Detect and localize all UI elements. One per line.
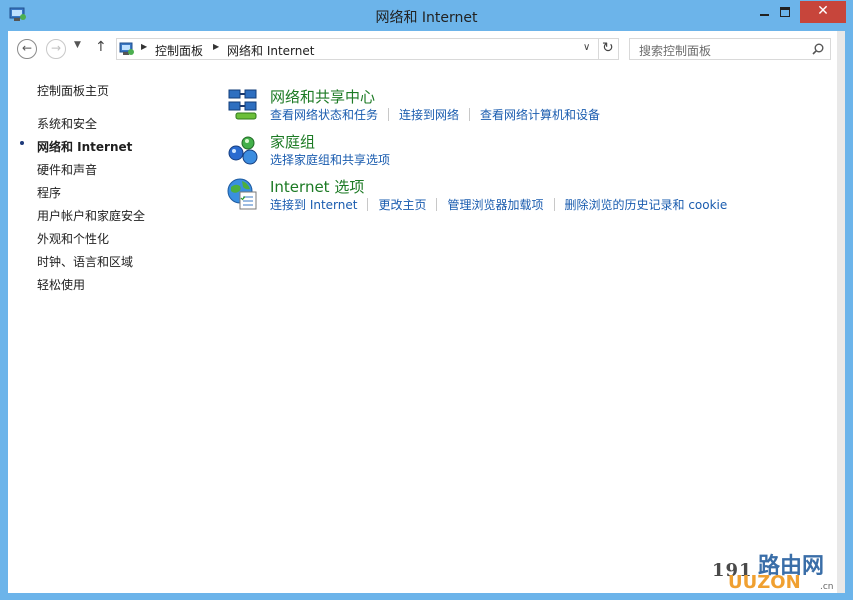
task-row-internet-options: 连接到 Internet 更改主页 管理浏览器加载项 删除浏览的历史记录和 co… [270,196,727,213]
task-link[interactable]: 删除浏览的历史记录和 cookie [565,196,728,213]
sidebar-item-clock-language[interactable]: 时钟、语言和区域 [37,253,133,270]
current-item-bullet [20,141,24,145]
task-row-network-center: 查看网络状态和任务 连接到网络 查看网络计算机和设备 [270,106,600,123]
task-link[interactable]: 查看网络状态和任务 [270,106,378,123]
sidebar-home-link[interactable]: 控制面板主页 [37,82,109,99]
control-panel-window: 网络和 Internet ✕ ← → ▼ ↑ ▶ 控制面板 ▶ 网络和 Inte… [0,0,853,600]
task-link[interactable]: 查看网络计算机和设备 [480,106,600,123]
up-button[interactable]: ↑ [95,39,107,55]
watermark-sub: UUZON [728,572,801,593]
task-separator [388,108,390,121]
chevron-down-icon[interactable]: ∨ [583,42,590,53]
forward-button[interactable]: → [46,39,66,59]
category-title-internet-options[interactable]: Internet 选项 [270,176,364,197]
task-separator [367,198,369,211]
minimize-icon [759,14,769,16]
search-icon[interactable] [812,43,824,55]
address-bar[interactable]: ▶ 控制面板 ▶ 网络和 Internet ∨ ↻ [116,38,619,60]
watermark-domain: .cn [820,582,834,592]
task-separator [553,198,555,211]
task-link[interactable]: 连接到 Internet [270,196,357,213]
close-icon: ✕ [817,3,829,19]
title-bar[interactable]: 网络和 Internet ✕ [0,0,853,31]
sidebar-item-hardware-sound[interactable]: 硬件和声音 [37,161,97,178]
task-link[interactable]: 选择家庭组和共享选项 [270,151,390,168]
breadcrumb-separator[interactable]: ▶ [141,42,147,51]
task-link[interactable]: 管理浏览器加载项 [447,196,543,213]
scrollbar[interactable] [837,31,845,593]
category-title-homegroup[interactable]: 家庭组 [270,131,315,152]
window-title: 网络和 Internet [375,10,478,26]
close-button[interactable]: ✕ [800,1,846,23]
content-area: ← → ▼ ↑ ▶ 控制面板 ▶ 网络和 Internet ∨ ↻ 搜索控制面板 [8,31,845,593]
sidebar-item-appearance[interactable]: 外观和个性化 [37,230,109,247]
breadcrumb-separator[interactable]: ▶ [213,42,219,51]
control-panel-icon [119,42,134,55]
task-separator [469,108,471,121]
task-link[interactable]: 更改主页 [378,196,426,213]
watermark-logo: 191 路由网 UUZON .cn [708,548,848,596]
refresh-icon[interactable]: ↻ [602,40,614,56]
address-divider [598,39,599,59]
network-center-icon[interactable] [226,87,260,121]
recent-locations-icon[interactable]: ▼ [74,40,81,50]
maximize-button[interactable] [772,1,798,23]
sidebar-item-network-internet[interactable]: 网络和 Internet [37,138,132,155]
task-separator [436,198,438,211]
breadcrumb-control-panel[interactable]: 控制面板 [155,42,203,59]
search-input[interactable]: 搜索控制面板 [629,38,831,60]
breadcrumb-network-internet[interactable]: 网络和 Internet [227,42,314,59]
maximize-icon [780,7,790,17]
task-row-homegroup: 选择家庭组和共享选项 [270,151,390,168]
internet-options-icon[interactable] [226,177,260,211]
sidebar-item-user-accounts[interactable]: 用户帐户和家庭安全 [37,207,145,224]
back-button[interactable]: ← [17,39,37,59]
category-title-network-center[interactable]: 网络和共享中心 [270,86,375,107]
homegroup-icon[interactable] [226,133,260,167]
sidebar-item-programs[interactable]: 程序 [37,184,61,201]
sidebar-item-system-security[interactable]: 系统和安全 [37,115,97,132]
task-link[interactable]: 连接到网络 [399,106,459,123]
search-placeholder: 搜索控制面板 [639,44,712,58]
sidebar-item-ease-of-access[interactable]: 轻松使用 [37,276,85,293]
